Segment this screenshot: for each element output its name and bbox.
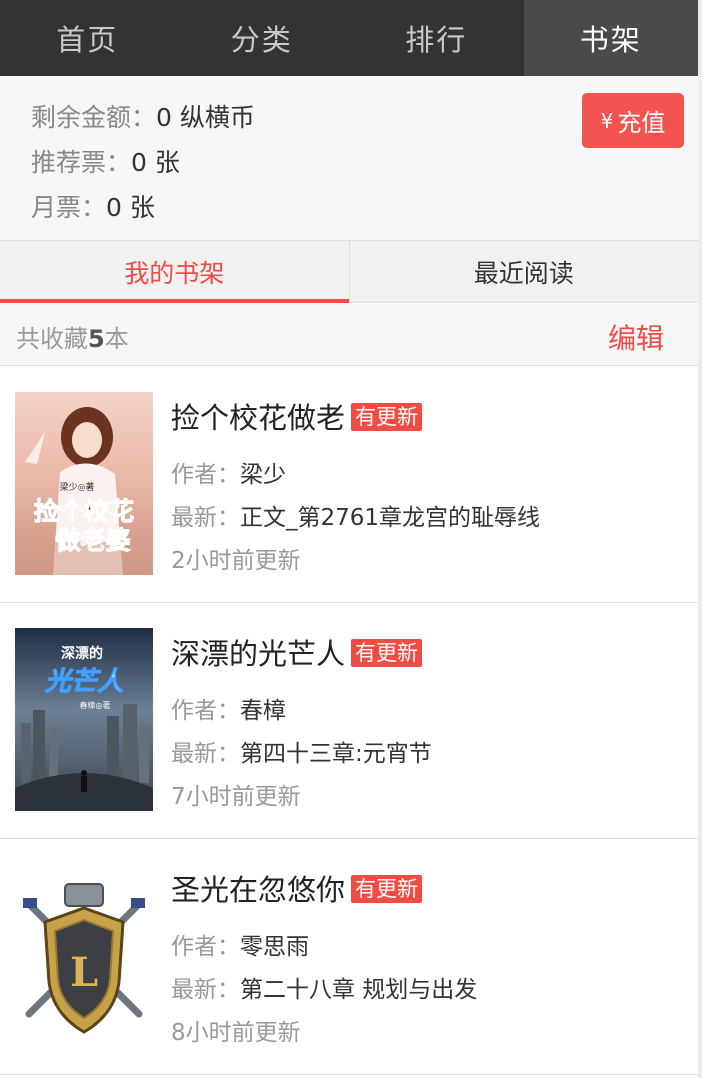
update-badge: 有更新: [351, 639, 423, 667]
book-cover-art: 捡个校花 做老婆 梁少◎著: [15, 392, 153, 575]
author-name: 梁少: [240, 462, 286, 488]
book-item[interactable]: L 圣光在忽悠你 有更新 作者：零思雨 最新：第二十八章 规划与出发 8小时前更新: [0, 839, 698, 1075]
book-title[interactable]: 圣光在忽悠你 有更新: [171, 867, 423, 909]
latest-label: 最新：: [171, 505, 240, 531]
recommend-ticket-label: 推荐票：: [31, 148, 132, 177]
right-edge-divider: [698, 0, 702, 1078]
cover-author: 梁少◎著: [60, 481, 95, 493]
update-badge: 有更新: [351, 403, 423, 431]
edit-button[interactable]: 编辑: [608, 317, 664, 357]
tab-my-bookshelf[interactable]: 我的书架: [0, 241, 349, 303]
book-update-time: 7小时前更新: [171, 784, 301, 810]
cover-title-1: 捡个校花: [34, 497, 134, 526]
shelf-tabs: 我的书架 最近阅读: [0, 241, 698, 303]
monthly-ticket-value: 0 张: [106, 193, 155, 222]
balance-row: 剩余金额：0 纵横币: [31, 98, 255, 134]
nav-home[interactable]: 首页: [0, 0, 175, 76]
monthly-ticket-label: 月票：: [31, 193, 107, 222]
cover-title-2: 做老婆: [54, 526, 130, 555]
recommend-ticket-row: 推荐票：0 张: [31, 143, 180, 179]
update-badge: 有更新: [351, 875, 423, 903]
book-author: 作者：零思雨: [171, 927, 309, 961]
book-latest-chapter[interactable]: 最新：正文_第2761章龙宫的耻辱线: [171, 498, 540, 532]
book-latest-chapter[interactable]: 最新：第二十八章 规划与出发: [171, 970, 477, 1004]
latest-label: 最新：: [171, 741, 240, 767]
account-panel: 剩余金额：0 纵横币 推荐票：0 张 月票：0 张 ¥ 充值: [0, 76, 698, 241]
top-navigation: 首页 分类 排行 书架: [0, 0, 698, 76]
cover-author: 春樟◎著: [80, 700, 111, 710]
collection-count: 共收藏5本: [16, 319, 129, 354]
latest-chapter-title: 第二十八章 规划与出发: [240, 977, 478, 1003]
cover-title-1: 深漂的: [61, 645, 103, 662]
nav-category[interactable]: 分类: [175, 0, 350, 76]
collection-count-suffix: 本: [104, 325, 129, 353]
book-update-time: 2小时前更新: [171, 548, 301, 574]
collection-summary: 共收藏5本 编辑: [0, 304, 698, 366]
author-name: 零思雨: [240, 934, 309, 960]
book-latest-chapter[interactable]: 最新：第四十三章:元宵节: [171, 734, 432, 768]
recharge-button[interactable]: ¥ 充值: [582, 93, 684, 148]
nav-ranking[interactable]: 排行: [349, 0, 524, 76]
collection-count-number: 5: [88, 325, 105, 353]
book-title[interactable]: 深漂的光芒人 有更新: [171, 631, 423, 673]
book-title-text: 捡个校花做老: [171, 401, 346, 435]
book-update-time: 8小时前更新: [171, 1020, 301, 1046]
recharge-label: 充值: [617, 109, 666, 137]
monthly-ticket-row: 月票：0 张: [31, 188, 155, 224]
collection-count-prefix: 共收藏: [16, 325, 88, 353]
author-label: 作者：: [171, 462, 240, 488]
balance-label: 剩余金额：: [31, 103, 157, 132]
latest-label: 最新：: [171, 977, 240, 1003]
book-cover-art: 深漂的 光芒人 春樟◎著: [15, 628, 153, 811]
book-item[interactable]: 深漂的 光芒人 春樟◎著 深漂的光芒人 有更新 作者：春樟 最新：第四十三章:元宵…: [0, 603, 698, 839]
cover-title-2: 光芒人: [44, 667, 123, 697]
author-name: 春樟: [240, 698, 286, 724]
author-label: 作者：: [171, 698, 240, 724]
svg-text:L: L: [70, 949, 98, 996]
book-cover[interactable]: 深漂的 光芒人 春樟◎著: [15, 628, 153, 811]
book-title[interactable]: 捡个校花做老 有更新: [171, 395, 423, 437]
book-title-text: 圣光在忽悠你: [171, 873, 346, 907]
balance-value: 0 纵横币: [156, 103, 255, 132]
tab-recent-reading[interactable]: 最近阅读: [348, 241, 699, 302]
recommend-ticket-value: 0 张: [131, 148, 180, 177]
book-cover[interactable]: 捡个校花 做老婆 梁少◎著: [15, 392, 153, 575]
book-cover-art: L: [15, 864, 153, 1047]
book-title-text: 深漂的光芒人: [171, 637, 346, 671]
book-author: 作者：春樟: [171, 691, 286, 725]
author-label: 作者：: [171, 934, 240, 960]
latest-chapter-title: 正文_第2761章龙宫的耻辱线: [240, 505, 541, 531]
book-item[interactable]: 捡个校花 做老婆 梁少◎著 捡个校花做老 有更新 作者：梁少 最新：正文_第276…: [0, 367, 698, 603]
yen-icon: ¥: [600, 108, 614, 133]
book-author: 作者：梁少: [171, 455, 286, 489]
nav-bookshelf[interactable]: 书架: [523, 0, 698, 76]
latest-chapter-title: 第四十三章:元宵节: [240, 741, 432, 767]
book-cover[interactable]: L: [15, 864, 153, 1047]
